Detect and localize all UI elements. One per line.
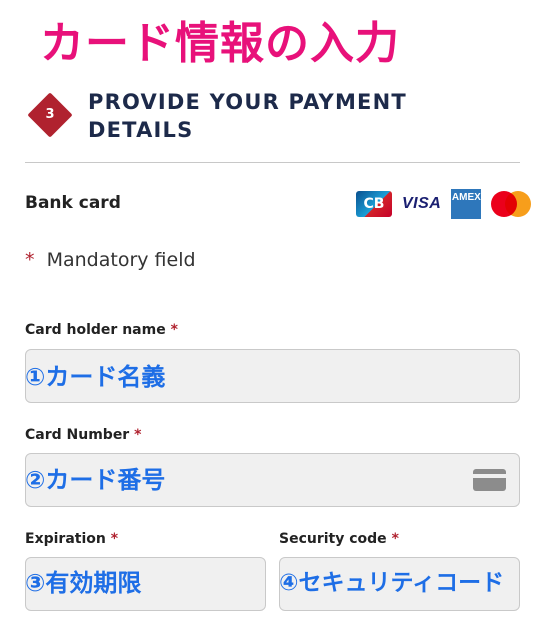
security-code-annotation: ④セキュリティコード	[279, 570, 505, 596]
divider	[25, 162, 520, 163]
expiration-annotation: ③有効期限	[25, 569, 142, 597]
credit-card-icon	[473, 469, 506, 491]
bank-card-label: Bank card	[25, 193, 121, 213]
security-code-label: Security code *	[279, 531, 399, 547]
holder-name-annotation: ①カード名義	[25, 363, 166, 391]
step-number: 3	[45, 107, 55, 122]
section-title: PROVIDE YOUR PAYMENT DETAILS	[88, 90, 407, 142]
card-logos: CB VISA AMEX	[356, 189, 532, 219]
mastercard-logo-icon	[491, 191, 532, 217]
card-number-annotation: ②カード番号	[25, 466, 166, 494]
amex-logo-icon: AMEX	[451, 189, 482, 219]
visa-logo-icon: VISA	[402, 195, 442, 212]
expiration-label: Expiration *	[25, 531, 119, 547]
holder-name-label: Card holder name *	[25, 322, 178, 338]
mandatory-note: * Mandatory field	[25, 249, 196, 271]
mandatory-text: Mandatory field	[46, 249, 196, 271]
card-number-label: Card Number *	[25, 427, 142, 443]
cb-logo-icon: CB	[356, 191, 392, 217]
mandatory-star: *	[25, 249, 35, 271]
banner-title: カード情報の入力	[40, 18, 400, 69]
